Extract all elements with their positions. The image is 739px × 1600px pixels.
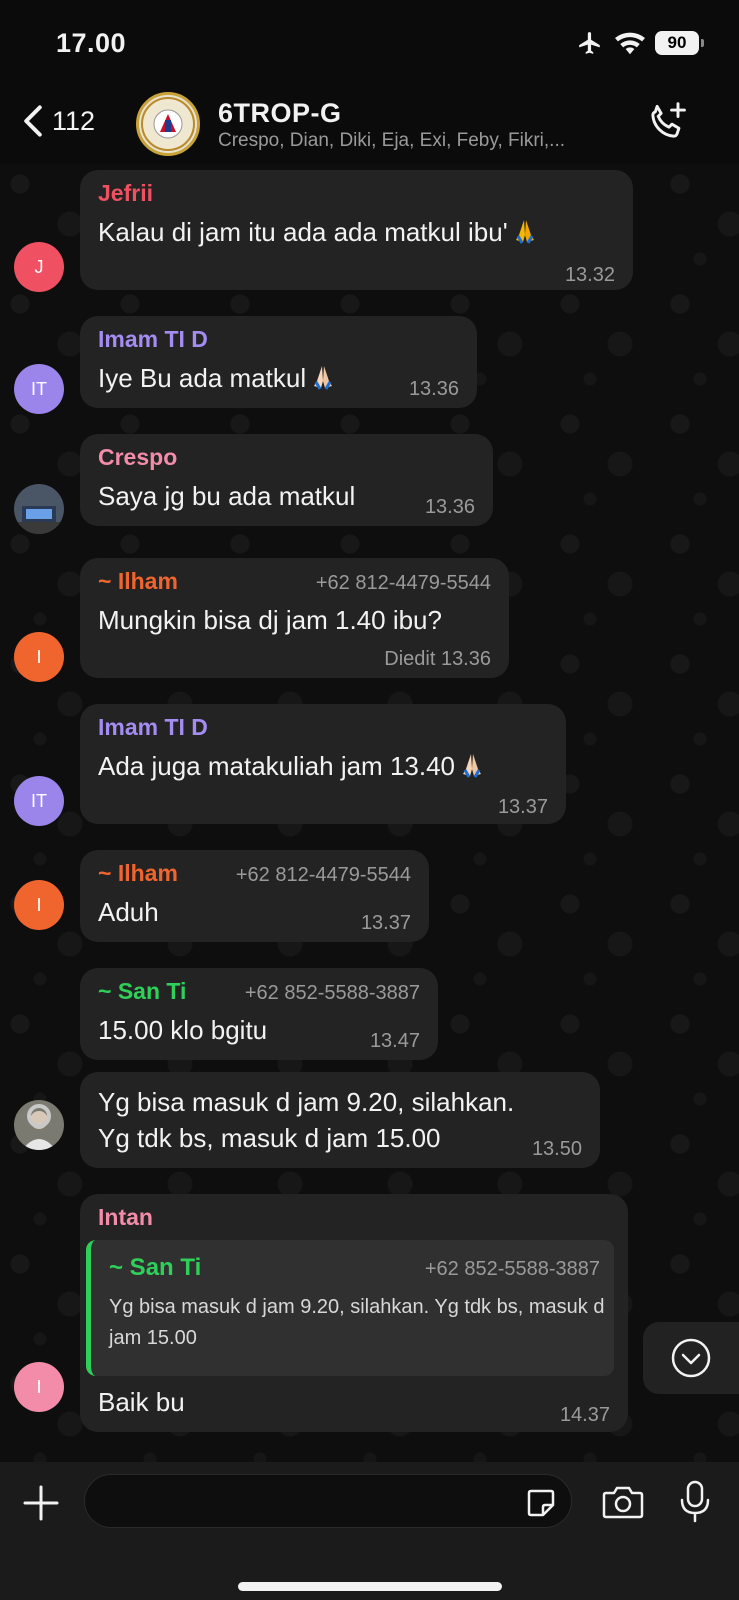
unread-count: 112 <box>52 105 96 136</box>
message-text: Iye Bu ada matkul <box>98 360 338 396</box>
message-bubble[interactable]: Yg bisa masuk d jam 9.20, silahkan. Yg t… <box>80 1072 600 1168</box>
avatar[interactable]: I <box>14 880 64 930</box>
message-bubble[interactable]: Imam TI D Iye Bu ada matkul 13.36 <box>80 316 477 408</box>
group-members[interactable]: Crespo, Dian, Diki, Eja, Exi, Feby, Fikr… <box>218 130 628 152</box>
chevron-down-icon <box>671 1338 711 1378</box>
group-avatar[interactable] <box>136 92 200 156</box>
avatar[interactable]: IT <box>14 364 64 414</box>
message-sender: Imam TI D <box>98 714 208 740</box>
attach-button[interactable] <box>22 1484 60 1527</box>
sender-phone: +62 812-4479-5544 <box>235 864 411 886</box>
quoted-message[interactable]: ~ San Ti +62 852-5588-3887 Yg bisa masuk… <box>86 1240 614 1376</box>
sticker-button[interactable] <box>525 1487 557 1524</box>
scroll-down-button[interactable] <box>643 1322 739 1394</box>
message-sender: Crespo <box>98 444 178 470</box>
quoted-phone: +62 852-5588-3887 <box>424 1258 600 1280</box>
message-sender: ~ Ilham <box>98 568 178 594</box>
status-bar: 17.00 90 <box>0 0 739 86</box>
avatar[interactable]: J <box>14 242 64 292</box>
message-bubble[interactable]: ~ Ilham +62 812-4479-5544 Mungkin bisa d… <box>80 558 509 678</box>
avatar-photo[interactable] <box>14 1100 64 1150</box>
chat-header: 112 6TROP-G Crespo, Dian, Diki, Eja, Exi… <box>0 86 739 164</box>
voice-record-button[interactable] <box>678 1480 712 1529</box>
quoted-sender: ~ San Ti <box>109 1254 202 1281</box>
status-time: 17.00 <box>56 28 127 58</box>
airplane-icon <box>579 32 600 54</box>
avatar[interactable]: I <box>14 1362 64 1412</box>
message-bubble[interactable]: Jefrii Kalau di jam itu ada ada matkul i… <box>80 170 633 290</box>
phone-plus-icon <box>651 102 686 138</box>
avatar-photo[interactable] <box>14 484 64 534</box>
folded-hands-icon <box>515 220 534 244</box>
chat-area[interactable]: Jefrii Kalau di jam itu ada ada matkul i… <box>0 164 739 1462</box>
message-time: 13.50 <box>531 1138 582 1160</box>
message-text: Baik bu <box>98 1387 185 1417</box>
message-time: 13.32 <box>564 264 615 286</box>
wifi-icon <box>615 32 645 55</box>
message-sender: ~ Ilham <box>98 860 178 886</box>
message-bubble[interactable]: Intan ~ San Ti +62 852-5588-3887 Yg bisa… <box>80 1194 628 1432</box>
message-input[interactable] <box>84 1474 572 1528</box>
sender-phone: +62 852-5588-3887 <box>244 982 420 1004</box>
message-text: Saya jg bu ada matkul <box>98 481 356 511</box>
group-title[interactable]: 6TROP-G <box>218 98 342 129</box>
folded-hands-icon <box>314 366 333 390</box>
folded-hands-icon <box>463 754 482 778</box>
message-text-line: Yg bisa masuk d jam 9.20, silahkan. <box>98 1087 515 1117</box>
plus-icon <box>23 1485 59 1521</box>
message-sender: Imam TI D <box>98 326 208 352</box>
profile-photo-icon <box>14 484 64 534</box>
message-bubble[interactable]: Imam TI D Ada juga matakuliah jam 13.40 … <box>80 704 566 824</box>
add-call-button[interactable] <box>645 100 689 149</box>
university-logo-icon <box>141 97 195 151</box>
avatar[interactable]: I <box>14 632 64 682</box>
message-text: Aduh <box>98 897 159 927</box>
message-text-line: Yg tdk bs, masuk d jam 15.00 <box>98 1123 441 1153</box>
message-time: Diedit 13.36 <box>384 648 491 670</box>
message-sender: ~ San Ti <box>98 978 187 1004</box>
message-time: 13.37 <box>360 912 411 934</box>
input-bar <box>0 1462 739 1600</box>
message-time: 13.37 <box>497 796 548 818</box>
message-text: Ada juga matakuliah jam 13.40 <box>98 748 487 784</box>
back-button[interactable]: 112 <box>20 104 95 138</box>
message-time: 13.36 <box>408 378 459 400</box>
message-text: 15.00 klo bgitu <box>98 1015 268 1045</box>
message-bubble[interactable]: Crespo Saya jg bu ada matkul 13.36 <box>80 434 493 526</box>
message-text: Kalau di jam itu ada ada matkul ibu' <box>98 214 540 250</box>
message-time: 14.37 <box>559 1404 610 1426</box>
quoted-text: Yg bisa masuk d jam 9.20, silahkan. Yg t… <box>109 1296 605 1349</box>
message-bubble[interactable]: ~ Ilham +62 812-4479-5544 Aduh 13.37 <box>80 850 429 942</box>
avatar[interactable]: IT <box>14 776 64 826</box>
message-time: 13.47 <box>369 1030 420 1052</box>
sticker-icon <box>527 1489 555 1517</box>
microphone-icon <box>680 1480 710 1523</box>
battery-indicator: 90 <box>655 31 704 55</box>
status-icons: 90 <box>575 30 704 56</box>
chevron-left-icon <box>24 105 42 137</box>
camera-icon <box>602 1486 644 1519</box>
message-time: 13.36 <box>424 496 475 518</box>
sender-phone: +62 812-4479-5544 <box>315 572 491 594</box>
profile-photo-icon <box>14 1100 64 1150</box>
camera-button[interactable] <box>602 1484 644 1525</box>
home-indicator <box>238 1582 502 1591</box>
message-sender: Jefrii <box>98 180 153 206</box>
message-bubble[interactable]: ~ San Ti +62 852-5588-3887 15.00 klo bgi… <box>80 968 438 1060</box>
message-text: Mungkin bisa dj jam 1.40 ibu? <box>98 605 442 635</box>
message-sender: Intan <box>98 1204 153 1230</box>
